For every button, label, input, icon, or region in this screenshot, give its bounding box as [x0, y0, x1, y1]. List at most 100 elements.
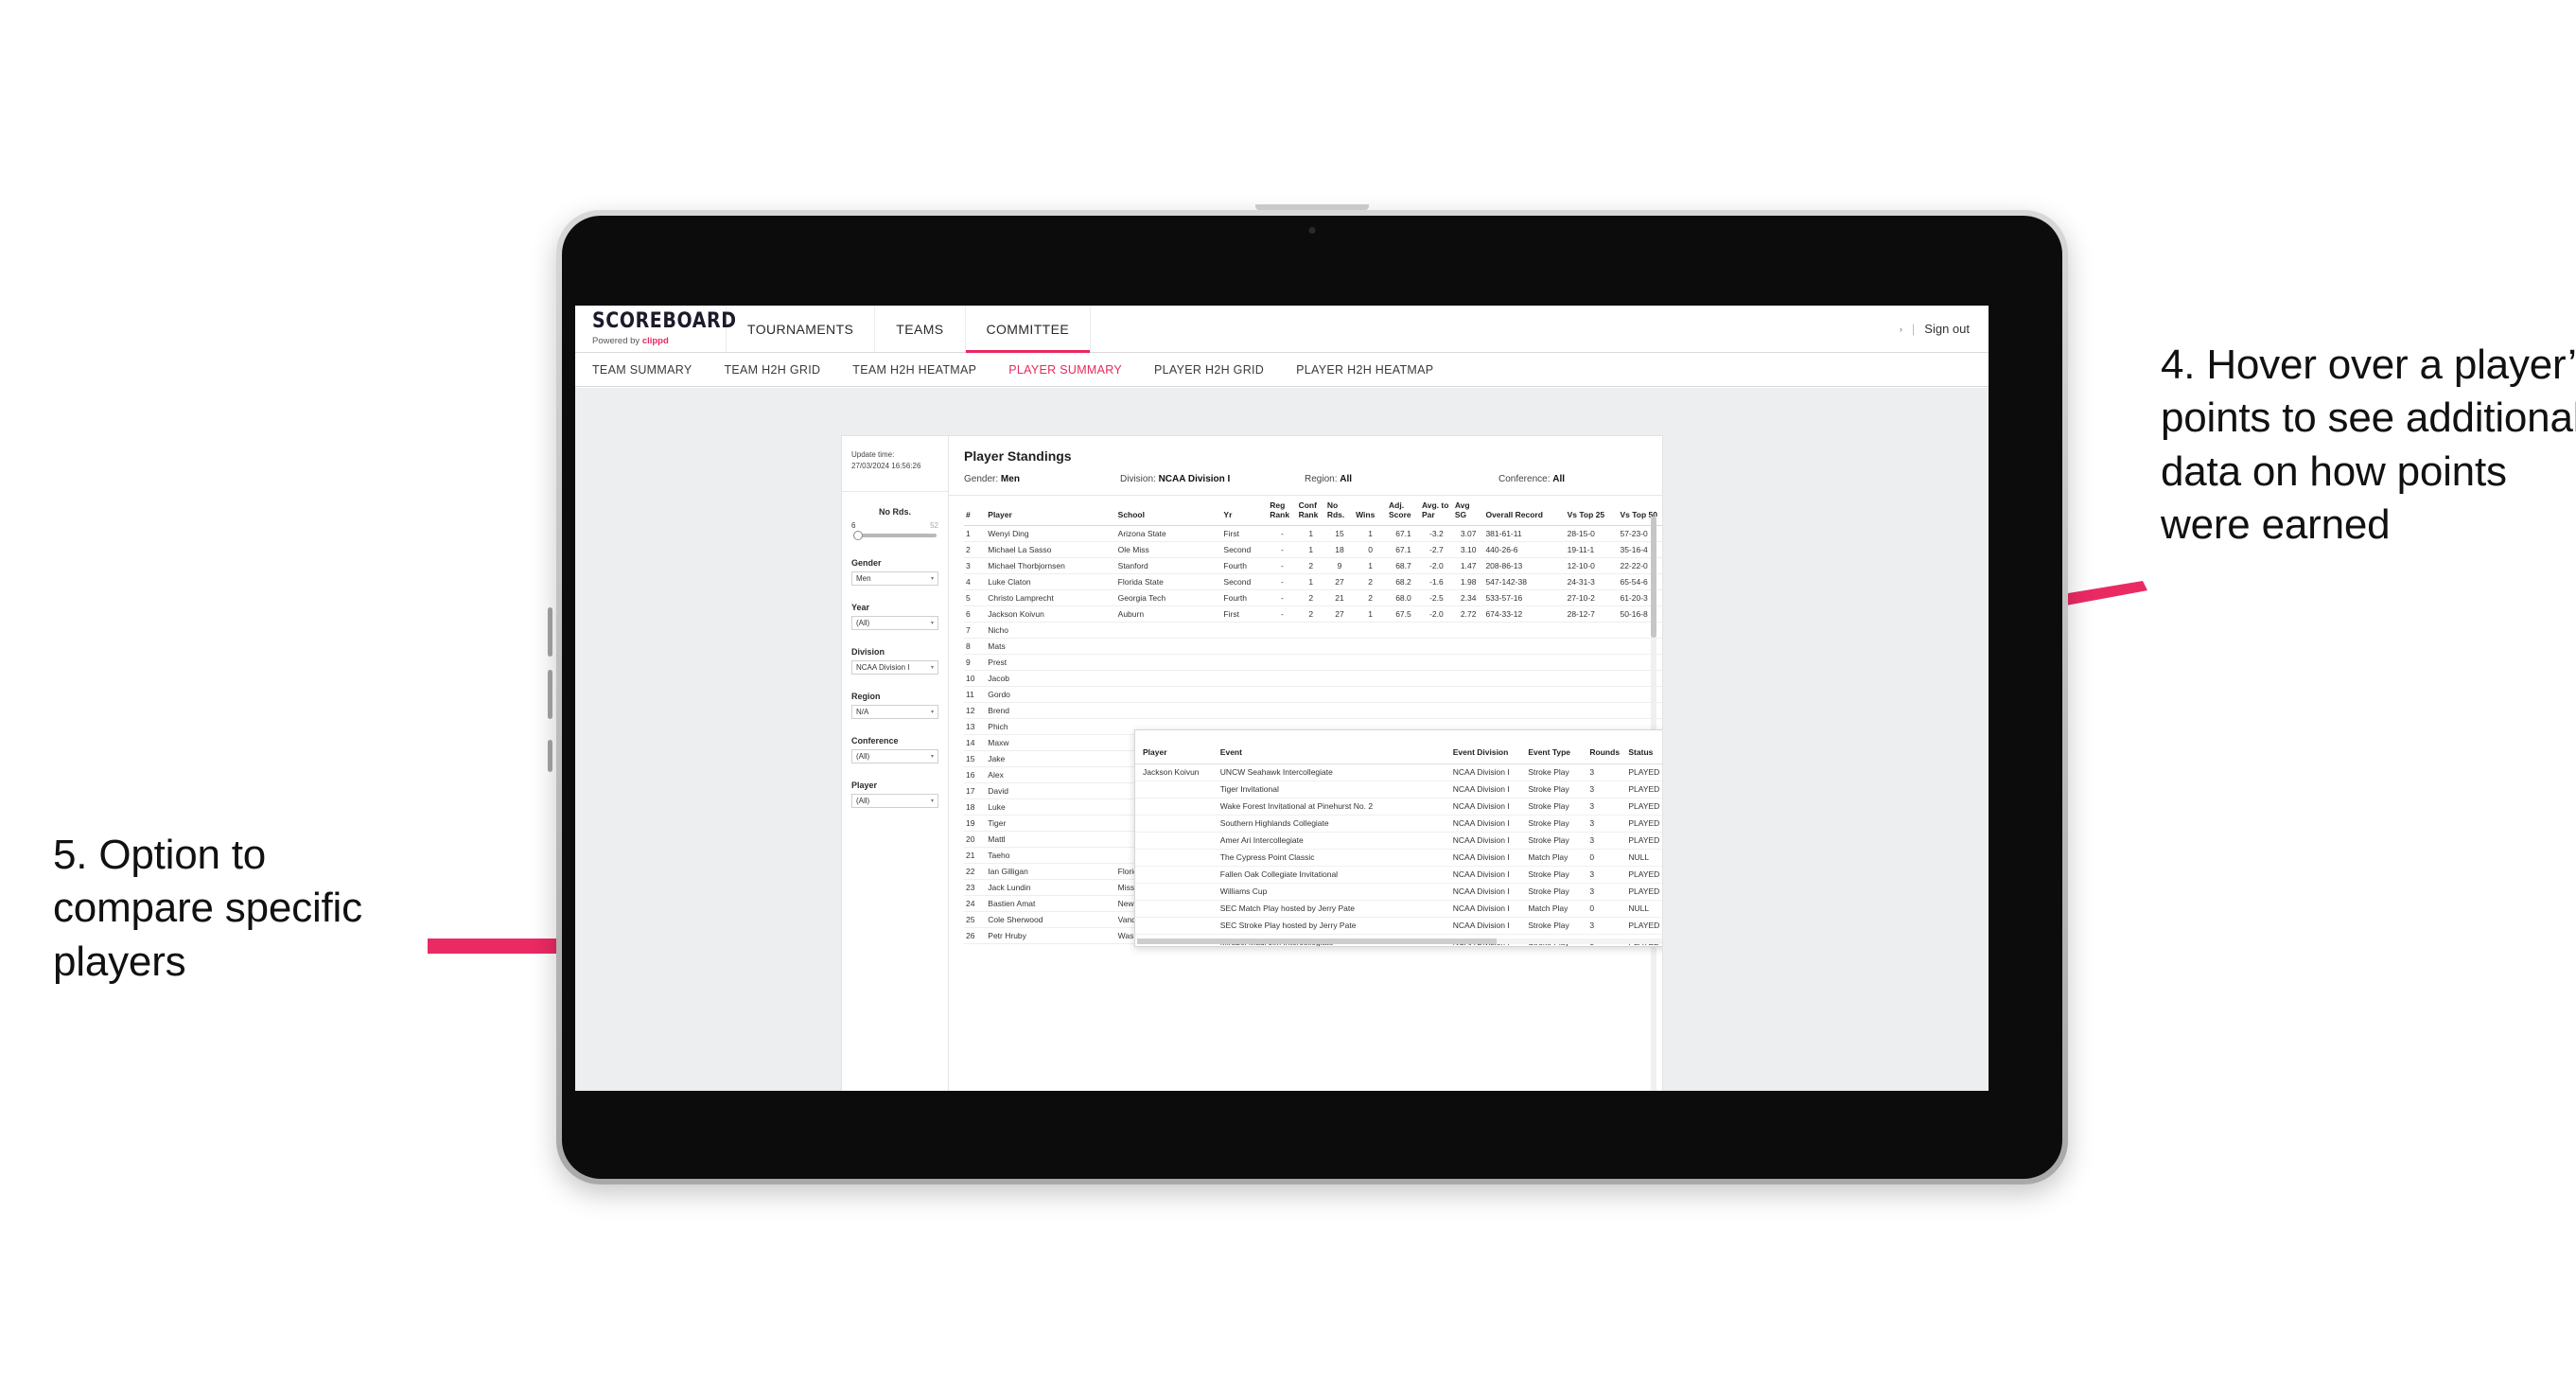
cell-avg-to-par: -3.2 — [1419, 525, 1453, 542]
filter-conference-select[interactable]: (All) ▾ — [851, 749, 938, 763]
cell-wins — [1354, 622, 1388, 639]
tcell-event-division: NCAA Division I — [1449, 763, 1526, 781]
cell-school — [1115, 670, 1222, 687]
tcell-status: PLAYED — [1625, 781, 1662, 798]
cell-player: Jackson Koivun — [986, 605, 1116, 623]
cell-overall-record — [1483, 670, 1566, 687]
th-rank[interactable]: # — [964, 496, 987, 526]
tcell-event-division: NCAA Division I — [1449, 815, 1526, 833]
th-conf-rank[interactable]: Conf Rank — [1296, 496, 1325, 526]
cell-adj-score: 68.0 — [1387, 589, 1420, 606]
slider-knob[interactable] — [853, 531, 863, 540]
subnav-item-team-h2h-heatmap[interactable]: TEAM H2H HEATMAP — [852, 363, 997, 377]
cell-rank: 21 — [964, 847, 987, 864]
th-avg-to-par[interactable]: Avg. to Par — [1419, 496, 1453, 526]
subnav-item-team-h2h-grid[interactable]: TEAM H2H GRID — [724, 363, 841, 377]
table-row[interactable]: 1 Wenyi Ding Arizona State First -1 15 1 67.1 -3… — [964, 525, 1662, 542]
cell-conf-rank — [1296, 702, 1325, 719]
th-vs-top-25[interactable]: Vs Top 25 — [1565, 496, 1619, 526]
tablet-volume-down-button[interactable] — [548, 670, 552, 719]
table-row[interactable]: 2 Michael La Sasso Ole Miss Second -1 18 0 67.1… — [964, 541, 1662, 558]
table-row[interactable]: 12 Brend — [964, 702, 1662, 719]
th-overall-record[interactable]: Overall Record — [1483, 496, 1566, 526]
tcell-rounds: 3 — [1586, 781, 1626, 798]
tooltip-row: Wake Forest Invitational at Pinehurst No… — [1135, 798, 1662, 816]
cell-school: Stanford — [1115, 557, 1222, 574]
th-reg-rank[interactable]: Reg Rank — [1268, 496, 1297, 526]
table-row[interactable]: 3 Michael Thorbjornsen Stanford Fourth -2 9 1 6… — [964, 557, 1662, 574]
topnav-item-teams[interactable]: TEAMS — [875, 306, 966, 352]
cell-no-rds: 15 — [1324, 525, 1355, 542]
cell-wins — [1354, 654, 1388, 671]
cell-player: Luke — [986, 798, 1116, 816]
subnav-item-team-summary[interactable]: TEAM SUMMARY — [592, 363, 712, 377]
cell-rank: 13 — [964, 718, 987, 735]
subnav-item-player-h2h-grid[interactable]: PLAYER H2H GRID — [1154, 363, 1285, 377]
sign-out-link[interactable]: Sign out — [1924, 322, 1970, 336]
cell-avg-to-par — [1419, 622, 1453, 639]
summary-conference-label: Conference: — [1498, 474, 1551, 484]
tcell-event: Amer Ari Intercollegiate — [1217, 832, 1450, 850]
tablet-side-button[interactable] — [548, 740, 552, 772]
table-row[interactable]: 10 Jacob — [964, 670, 1662, 687]
chevron-right-icon[interactable]: › — [1900, 325, 1902, 334]
cell-no-rds: 27 — [1324, 605, 1355, 623]
th-adj-score[interactable]: Adj. Score — [1387, 496, 1420, 526]
th-school[interactable]: School — [1115, 496, 1222, 526]
subnav-item-player-summary[interactable]: PLAYER SUMMARY — [1008, 363, 1143, 377]
table-row[interactable]: 7 Nicho — [964, 622, 1662, 639]
table-row[interactable]: 8 Mats — [964, 638, 1662, 655]
table-row[interactable]: 4 Luke Claton Florida State Second -1 27 2 68.2… — [964, 573, 1662, 590]
tcell-event-division: NCAA Division I — [1449, 866, 1526, 884]
cell-yr — [1221, 670, 1269, 687]
th-wins[interactable]: Wins — [1354, 496, 1388, 526]
points-tooltip: Player Event Event Division Event Type R… — [1134, 729, 1662, 947]
tooltip-horizontal-scrollbar[interactable] — [1137, 939, 1662, 944]
tcell-event: UNCW Seahawk Intercollegiate — [1217, 763, 1450, 781]
cell-avg-to-par — [1419, 670, 1453, 687]
filters-panel: Update time: 27/03/2024 16:56:26 No Rds.… — [842, 436, 949, 1091]
cell-yr — [1221, 622, 1269, 639]
topnav-item-committee[interactable]: COMMITTEE — [965, 306, 1092, 353]
filter-conference-label: Conference — [851, 736, 899, 746]
filter-player-select[interactable]: (All) ▾ — [851, 794, 938, 808]
cell-vs-top-25 — [1565, 638, 1619, 655]
tablet-volume-up-button[interactable] — [548, 607, 552, 657]
tcell-event: Williams Cup — [1217, 883, 1450, 901]
table-row[interactable]: 6 Jackson Koivun Auburn First -2 27 1 67.5 -2.0 2… — [964, 605, 1662, 623]
table-row[interactable]: 9 Prest — [964, 654, 1662, 671]
table-row[interactable]: 5 Christo Lamprecht Georgia Tech Fourth -2 21… — [964, 589, 1662, 606]
filter-player-label: Player — [851, 781, 878, 790]
cell-vs-top-25: 27-10-2 — [1565, 589, 1619, 606]
table-row[interactable]: 11 Gordo — [964, 686, 1662, 703]
subnav-item-player-h2h-heatmap[interactable]: PLAYER H2H HEATMAP — [1296, 363, 1454, 377]
filter-gender-select[interactable]: Men ▾ — [851, 571, 938, 586]
slider-track[interactable] — [853, 531, 937, 540]
th-player[interactable]: Player — [986, 496, 1116, 526]
tooltip-row: Amer Ari Intercollegiate NCAA Division IS… — [1135, 832, 1662, 850]
topnav-divider: | — [1911, 322, 1916, 336]
filter-year-value: (All) — [856, 619, 870, 627]
tablet-device: SCOREBOARD Powered by clippd TOURNAMENTS… — [548, 204, 2068, 1184]
filter-division-select[interactable]: NCAA Division I ▾ — [851, 660, 938, 675]
tcell-player: Jackson Koivun — [1135, 763, 1218, 781]
standings-scrollbar-thumb[interactable] — [1651, 517, 1656, 638]
no-rounds-slider[interactable]: No Rds. 6 52 — [851, 507, 938, 540]
update-time: Update time: 27/03/2024 16:56:26 — [851, 449, 938, 472]
cell-school: Florida State — [1115, 573, 1222, 590]
tcell-rounds: 0 — [1586, 900, 1626, 918]
brand-logo[interactable]: SCOREBOARD Powered by clippd — [575, 306, 736, 352]
topnav-item-tournaments[interactable]: TOURNAMENTS — [727, 306, 876, 352]
filter-region-select[interactable]: N/A ▾ — [851, 705, 938, 719]
th-no-rds[interactable]: No Rds. — [1324, 496, 1355, 526]
th-avg-sg[interactable]: Avg SG — [1452, 496, 1484, 526]
th-yr[interactable]: Yr — [1221, 496, 1269, 526]
filter-year-select[interactable]: (All) ▾ — [851, 616, 938, 630]
cell-vs-top-25: 19-11-1 — [1565, 541, 1619, 558]
cell-player: Maxw — [986, 734, 1116, 751]
cell-no-rds — [1324, 686, 1355, 703]
summary-division-label: Division: — [1120, 474, 1156, 484]
cell-wins: 1 — [1354, 557, 1388, 574]
cell-reg-rank — [1268, 654, 1297, 671]
tooltip-hscroll-thumb[interactable] — [1137, 939, 1497, 944]
